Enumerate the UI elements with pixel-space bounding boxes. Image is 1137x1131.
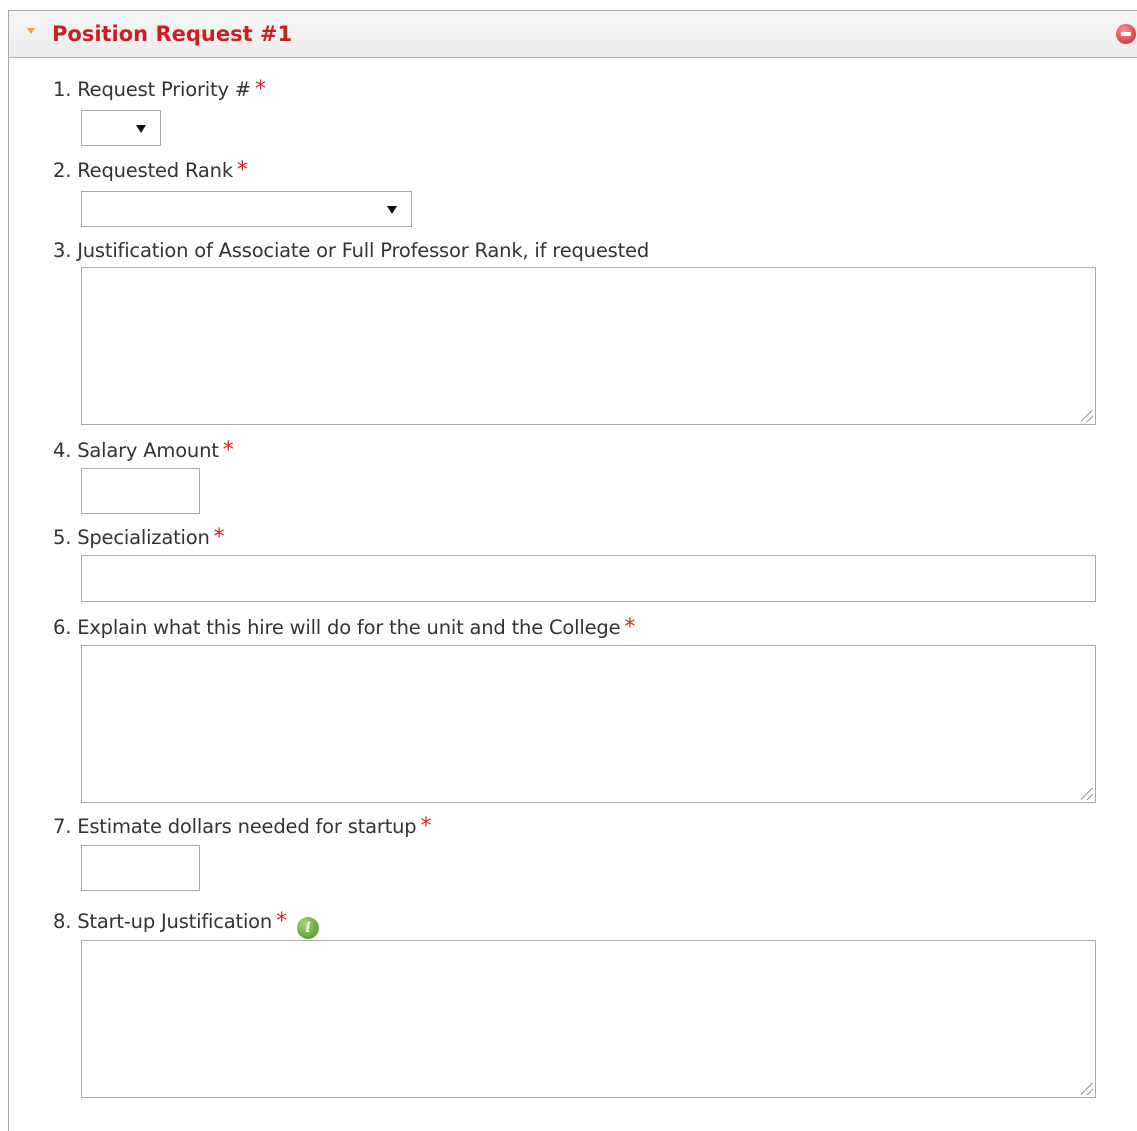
requested-rank-select[interactable] [81, 191, 412, 227]
required-marker: * [254, 77, 266, 102]
required-marker: * [624, 615, 636, 640]
panel-title: Position Request #1 [52, 22, 293, 46]
required-marker: * [236, 158, 248, 183]
specialization-input[interactable] [81, 555, 1096, 602]
question-1-label: 1. Request Priority # * [53, 77, 266, 102]
resize-grip-icon[interactable] [1081, 1083, 1093, 1095]
question-2-label: 2. Requested Rank * [53, 158, 248, 183]
dropdown-caret-icon [136, 125, 146, 133]
required-marker: * [420, 814, 432, 839]
question-3-label: 3. Justification of Associate or Full Pr… [53, 239, 650, 262]
required-marker: * [276, 909, 287, 934]
required-marker: * [222, 438, 234, 463]
resize-grip-icon[interactable] [1081, 788, 1093, 800]
question-4-label: 4. Salary Amount * [53, 438, 234, 463]
rank-justification-textarea[interactable] [81, 267, 1096, 425]
question-6-label: 6. Explain what this hire will do for th… [53, 615, 636, 640]
info-icon[interactable]: i [296, 917, 319, 939]
question-5-label: 5. Specialization * [53, 525, 225, 550]
hire-impact-textarea[interactable] [81, 645, 1096, 803]
collapse-arrow-icon[interactable] [27, 28, 35, 34]
remove-icon[interactable] [1116, 24, 1136, 44]
startup-dollars-input[interactable] [81, 845, 200, 891]
position-request-panel: Position Request #1 1. Request Priority … [8, 10, 1137, 1131]
startup-justification-textarea[interactable] [81, 940, 1096, 1098]
question-8-label: 8. Start-up Justification * i [53, 909, 319, 939]
request-priority-select[interactable] [81, 110, 161, 146]
question-7-label: 7. Estimate dollars needed for startup * [53, 814, 432, 839]
required-marker: * [213, 525, 225, 550]
dropdown-caret-icon [387, 206, 397, 214]
resize-grip-icon[interactable] [1081, 410, 1093, 422]
panel-header[interactable]: Position Request #1 [9, 11, 1137, 58]
salary-amount-input[interactable] [81, 468, 200, 514]
